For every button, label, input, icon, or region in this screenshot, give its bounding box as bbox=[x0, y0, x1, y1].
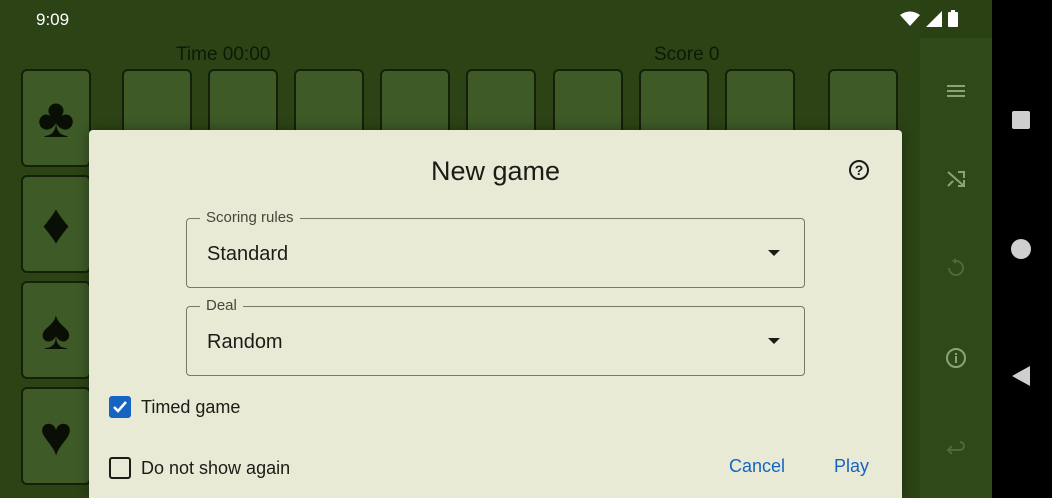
home-button[interactable] bbox=[1011, 239, 1031, 259]
foundation-spades[interactable]: ♠ bbox=[21, 281, 91, 379]
dropdown-arrow-icon bbox=[768, 338, 780, 344]
timed-game-row[interactable]: Timed game bbox=[109, 396, 240, 418]
clubs-icon: ♣ bbox=[37, 86, 75, 149]
timed-game-label: Timed game bbox=[141, 396, 241, 417]
action-rail bbox=[920, 38, 992, 498]
recents-button[interactable] bbox=[1012, 111, 1030, 129]
spades-icon: ♠ bbox=[41, 298, 71, 361]
new-game-dialog: New game ? Scoring rules Standard Deal R… bbox=[89, 130, 902, 498]
hearts-icon: ♥ bbox=[39, 404, 73, 467]
deal-value: Random bbox=[207, 331, 283, 353]
play-button[interactable]: Play bbox=[834, 456, 869, 477]
foundation-clubs[interactable]: ♣ bbox=[21, 69, 91, 167]
deal-select[interactable]: Deal Random bbox=[186, 297, 805, 376]
status-time: 9:09 bbox=[36, 10, 70, 29]
scoring-rules-select[interactable]: Scoring rules Standard bbox=[186, 209, 805, 288]
dialog-title: New game bbox=[430, 156, 561, 186]
restart-icon[interactable] bbox=[944, 256, 968, 280]
do-not-show-checkbox[interactable] bbox=[109, 457, 131, 479]
hud-score: Score 0 bbox=[654, 44, 720, 65]
status-bar: 9:09 bbox=[0, 0, 992, 40]
check-icon bbox=[113, 401, 127, 413]
battery-icon bbox=[948, 10, 958, 27]
status-icons bbox=[900, 10, 958, 27]
do-not-show-row[interactable]: Do not show again bbox=[109, 457, 290, 479]
foundation-diamonds[interactable]: ♦ bbox=[21, 175, 91, 273]
foundation-hearts[interactable]: ♥ bbox=[21, 387, 91, 485]
help-icon[interactable]: ? bbox=[849, 160, 869, 180]
diamonds-icon: ♦ bbox=[41, 192, 71, 255]
deal-label: Deal bbox=[200, 297, 243, 314]
back-button[interactable] bbox=[1012, 366, 1030, 386]
wifi-icon bbox=[900, 11, 920, 26]
shuffle-icon[interactable] bbox=[944, 167, 968, 191]
info-icon[interactable] bbox=[944, 346, 968, 370]
scoring-rules-value: Standard bbox=[207, 243, 289, 265]
undo-icon[interactable] bbox=[944, 436, 968, 460]
menu-icon[interactable] bbox=[944, 79, 968, 103]
timed-game-checkbox[interactable] bbox=[109, 396, 131, 418]
hud-time: Time 00:00 bbox=[176, 44, 271, 65]
cancel-button[interactable]: Cancel bbox=[729, 456, 785, 477]
signal-icon bbox=[926, 10, 942, 27]
scoring-rules-label: Scoring rules bbox=[200, 209, 300, 226]
dropdown-arrow-icon bbox=[768, 250, 780, 256]
do-not-show-label: Do not show again bbox=[141, 457, 291, 478]
